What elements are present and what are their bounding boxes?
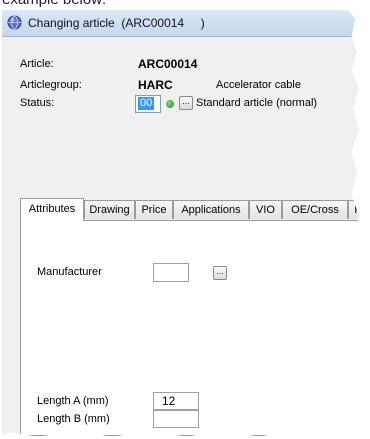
article-label: Article: (20, 58, 54, 70)
length-a-label: Length A (mm) (37, 395, 109, 407)
manufacturer-field[interactable] (153, 263, 189, 282)
articlegroup-label: Articlegroup: (20, 79, 82, 91)
tab-drawing[interactable]: Drawing (84, 200, 135, 219)
caption-label: example below: (2, 0, 106, 8)
caption-text: example below: (0, 0, 370, 10)
app-globe-icon (7, 15, 22, 30)
tab-p[interactable]: P (348, 200, 359, 219)
length-b-label: Length B (mm) (37, 413, 110, 425)
articlegroup-description: Accelerator cable (216, 79, 301, 91)
tab-attributes[interactable]: Attributes (20, 198, 84, 221)
status-label: Status: (20, 97, 55, 109)
article-window: Changing article (ARC00014 ) Article: AR… (2, 10, 359, 437)
manufacturer-label: Manufacturer (37, 266, 102, 278)
tab-oe-cross[interactable]: OE/Cross (282, 200, 348, 219)
status-input-value: 00 (138, 97, 155, 110)
tab-price[interactable]: Price (135, 200, 173, 219)
status-browse-button[interactable]: ... (179, 96, 193, 110)
attributes-panel: Manufacturer ... Length A (mm) 12 Length… (20, 220, 359, 436)
manufacturer-browse-button[interactable]: ... (213, 266, 227, 280)
articlegroup-value: HARC (138, 78, 173, 92)
article-value: ARC00014 (138, 57, 198, 71)
status-input[interactable]: 00 (135, 95, 161, 113)
length-b-field[interactable] (153, 410, 199, 428)
title-bar[interactable]: Changing article (ARC00014 ) (2, 10, 359, 37)
tab-vio[interactable]: VIO (249, 200, 282, 219)
status-description: Standard article (normal) (196, 97, 318, 109)
window-title: Changing article (ARC00014 ) (28, 16, 205, 30)
length-a-field[interactable]: 12 (153, 392, 199, 410)
tab-applications[interactable]: Applications (173, 200, 249, 219)
window-client: Article: ARC00014 Articlegroup: HARC Acc… (2, 37, 359, 437)
tab-strip: Attributes Drawing Price Applications VI… (20, 198, 359, 221)
status-ok-icon (166, 100, 174, 108)
